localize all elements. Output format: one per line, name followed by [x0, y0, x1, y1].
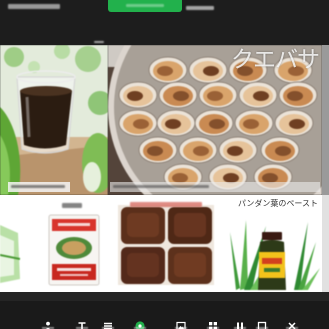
bottom-divider: [0, 292, 329, 301]
top-bar: [0, 0, 329, 45]
hero-caption-right: [110, 182, 320, 192]
grid-icon: [208, 316, 218, 329]
cake-cup: [188, 56, 228, 84]
cake-cup: [238, 81, 278, 109]
product-image-2: [48, 214, 100, 286]
hero-title: クエバサ: [231, 47, 320, 73]
image-icon: [176, 316, 186, 329]
scrollbar[interactable]: [322, 45, 329, 292]
product-image-1: [0, 215, 22, 285]
cake-cup: [118, 109, 158, 137]
nav-item-7[interactable]: [233, 313, 247, 329]
cake-cup: [260, 136, 300, 164]
product-card-3[interactable]: [118, 201, 214, 286]
hero-caption-left: [8, 182, 70, 192]
text-icon: [77, 316, 87, 329]
record-icon: [135, 316, 145, 329]
nav-item-5[interactable]: [174, 313, 188, 329]
cake-cup: [274, 109, 314, 137]
menu-icon: [103, 316, 113, 329]
nav-item-6[interactable]: [206, 313, 220, 329]
pandan-paste-image: [228, 212, 320, 292]
product-card-2[interactable]: [48, 203, 100, 287]
cake-cup: [178, 136, 218, 164]
product-label-3: [130, 202, 202, 207]
cake-cup: [156, 109, 196, 137]
cake-cup: [278, 81, 318, 109]
cake-cup: [118, 81, 158, 109]
top-green-button-text: [126, 4, 164, 7]
cake-cup: [158, 81, 198, 109]
nav-item-8[interactable]: [255, 313, 269, 329]
cake-cup: [218, 136, 258, 164]
nav-item-3[interactable]: [101, 313, 115, 329]
product-card-1[interactable]: [0, 215, 22, 285]
drink-photo: [0, 45, 108, 195]
nav-item-9[interactable]: [285, 313, 299, 329]
cake-cup: [138, 136, 178, 164]
top-bar-indicator: [94, 41, 104, 43]
top-bar-text-left: [8, 4, 60, 9]
nav-item-4[interactable]: [133, 313, 147, 329]
cake-cup: [194, 109, 234, 137]
top-green-button[interactable]: [108, 0, 182, 12]
nav-item-1[interactable]: [41, 313, 55, 329]
person-icon: [43, 316, 53, 329]
app-screen: クエバサ パンダン葉のペースト: [0, 0, 329, 329]
cake-cup: [198, 81, 238, 109]
product-label-2: [62, 203, 82, 208]
hero-caption-left-text: [11, 185, 65, 188]
hero-photo-drink: [0, 45, 108, 195]
top-bar-text-right[interactable]: [186, 6, 214, 10]
product-image-3: [118, 205, 214, 285]
nav-item-2[interactable]: [75, 313, 89, 329]
pause-icon: [235, 316, 245, 329]
cake-cup: [148, 56, 188, 84]
close-icon: [287, 316, 297, 329]
product-card-pandan[interactable]: [228, 212, 320, 292]
cake-cup: [234, 109, 274, 137]
product-label-pandan: パンダン葉のペースト: [238, 199, 318, 208]
hero-caption-right-text: [113, 185, 209, 188]
square-icon: [257, 316, 267, 329]
